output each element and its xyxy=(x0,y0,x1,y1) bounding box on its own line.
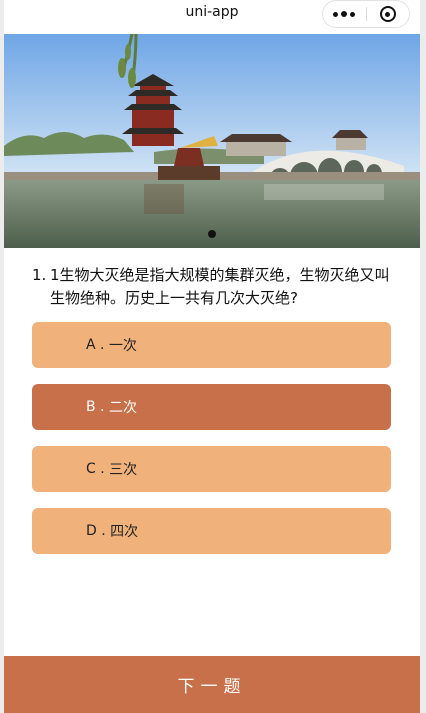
question-number: 1. xyxy=(32,266,47,284)
option-text: 二次 xyxy=(108,400,137,416)
target-circle-icon[interactable] xyxy=(366,6,409,22)
navigation-bar: uni-app xyxy=(4,0,420,34)
banner-swiper[interactable] xyxy=(4,34,420,248)
question-text: 1生物大灭绝是指大规模的集群灭绝，生物灭绝又叫生物绝种。历史上一共有几次大灭绝? xyxy=(50,266,390,307)
option-letter: C xyxy=(86,461,109,477)
option-text: 四次 xyxy=(110,524,139,540)
option-text: 三次 xyxy=(109,462,138,478)
option-letter: B xyxy=(86,399,109,415)
question: 1. 1生物大灭绝是指大规模的集群灭绝，生物灭绝又叫生物绝种。历史上一共有几次大… xyxy=(32,264,397,310)
next-question-button[interactable]: 下一题 xyxy=(4,656,420,713)
option-a[interactable]: A 一次 xyxy=(32,322,391,368)
banner-image xyxy=(4,34,420,248)
option-letter: D xyxy=(86,523,110,539)
mini-program-capsule xyxy=(322,0,410,28)
swiper-indicator-dot[interactable] xyxy=(208,230,216,238)
option-b[interactable]: B 二次 xyxy=(32,384,391,430)
option-d[interactable]: D 四次 xyxy=(32,508,391,554)
app-screen: uni-app 1. 1生物大灭绝是指大规模的集群灭绝，生物灭绝又叫生物绝种。历… xyxy=(4,0,420,713)
more-dots-icon[interactable] xyxy=(323,11,366,17)
option-letter: A xyxy=(86,337,109,353)
option-c[interactable]: C 三次 xyxy=(32,446,391,492)
option-text: 一次 xyxy=(108,338,137,354)
